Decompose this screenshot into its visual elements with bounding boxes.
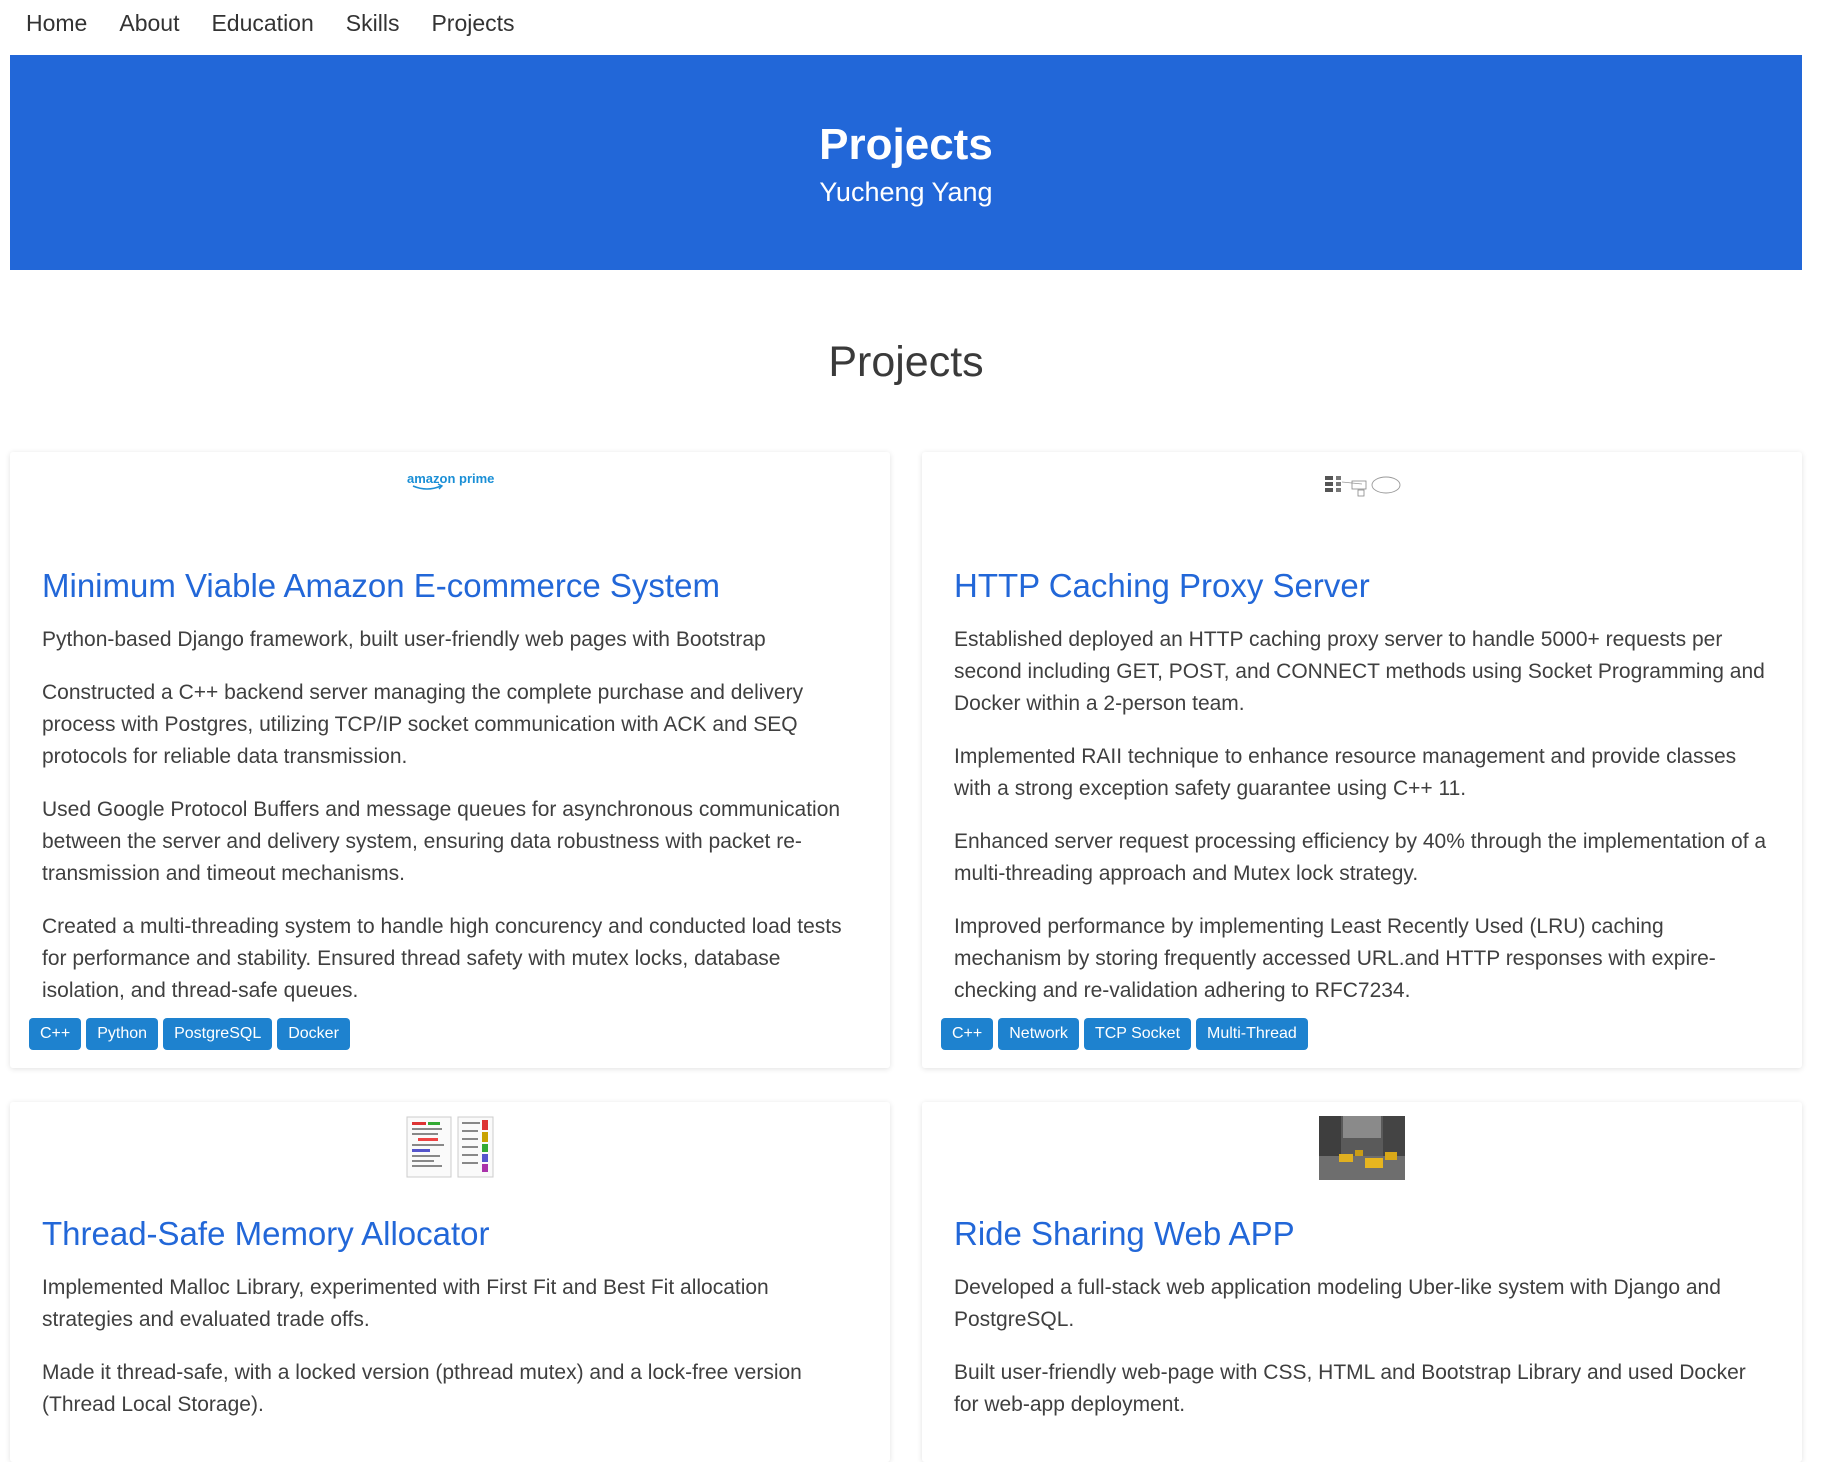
project-description: Enhanced server request processing effic… — [954, 830, 1767, 885]
amazon-prime-wordmark: amazon prime — [407, 471, 494, 486]
project-description: Built user-friendly web-page with CSS, H… — [954, 1361, 1746, 1416]
project-card-proxy: HTTP Caching Proxy Server Established de… — [922, 452, 1802, 1068]
nav-skills[interactable]: Skills — [346, 10, 400, 37]
tag-badge: Python — [86, 1018, 159, 1050]
card-image-wrap — [10, 1116, 890, 1178]
tag-badge: PostgreSQL — [163, 1018, 273, 1050]
project-description: Implemented RAII technique to enhance re… — [954, 745, 1737, 800]
project-description: Created a multi-threading system to hand… — [42, 915, 842, 1002]
nav-home[interactable]: Home — [26, 10, 87, 37]
card-image-wrap: amazon prime — [10, 470, 890, 494]
hero-banner: Projects Yucheng Yang — [10, 55, 1802, 270]
tag-list: C++ Python PostgreSQL Docker — [29, 1018, 350, 1050]
tag-badge: Docker — [277, 1018, 350, 1050]
tag-badge: TCP Socket — [1083, 1018, 1192, 1050]
project-card-amazon: amazon prime Minimum Viable Amazon E-com… — [10, 452, 890, 1068]
project-description: Developed a full-stack web application m… — [954, 1276, 1721, 1331]
hero-subtitle: Yucheng Yang — [819, 177, 993, 207]
project-description: Used Google Protocol Buffers and message… — [42, 798, 841, 885]
tag-badge: C++ — [941, 1018, 994, 1050]
project-title[interactable]: Minimum Viable Amazon E-commerce System — [42, 564, 860, 608]
project-description: Established deployed an HTTP caching pro… — [954, 628, 1765, 715]
project-description: Implemented Malloc Library, experimented… — [42, 1276, 769, 1331]
nav-about[interactable]: About — [119, 10, 179, 37]
memory-allocator-thumbnail — [406, 1116, 494, 1178]
card-image-wrap — [922, 1116, 1802, 1180]
street-taxi-photo — [1319, 1116, 1405, 1180]
proxy-diagram-thumbnail — [1322, 472, 1402, 502]
project-description: Constructed a C++ backend server managin… — [42, 681, 804, 768]
project-description: Python-based Django framework, built use… — [42, 628, 766, 651]
project-title[interactable]: HTTP Caching Proxy Server — [954, 564, 1772, 608]
tag-badge: Network — [998, 1018, 1079, 1050]
project-description: Made it thread-safe, with a locked versi… — [42, 1361, 802, 1416]
nav-projects[interactable]: Projects — [431, 10, 514, 37]
project-card-ride-sharing: Ride Sharing Web APP Developed a full-st… — [922, 1102, 1802, 1462]
project-title[interactable]: Ride Sharing Web APP — [954, 1212, 1772, 1256]
tag-list: C++ Network TCP Socket Multi-Thread — [941, 1018, 1308, 1050]
top-nav: Home About Education Skills Projects — [0, 0, 1824, 46]
section-title: Projects — [828, 338, 984, 386]
project-card-allocator: Thread-Safe Memory Allocator Implemented… — [10, 1102, 890, 1462]
project-description: Improved performance by implementing Lea… — [954, 915, 1716, 1002]
hero-title: Projects — [819, 120, 993, 169]
tag-badge: Multi-Thread — [1196, 1018, 1308, 1050]
amazon-prime-logo: amazon prime — [405, 470, 495, 494]
tag-badge: C++ — [29, 1018, 82, 1050]
project-title[interactable]: Thread-Safe Memory Allocator — [42, 1212, 860, 1256]
card-image-wrap — [922, 472, 1802, 502]
nav-education[interactable]: Education — [211, 10, 313, 37]
